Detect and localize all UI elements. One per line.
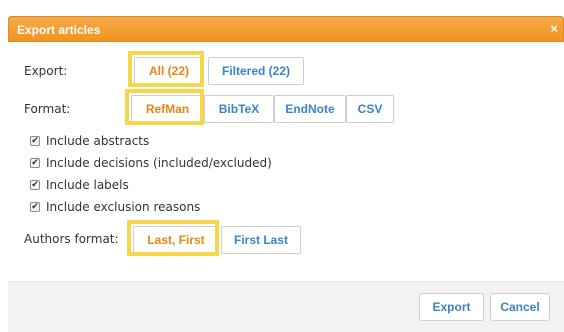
- include-exclusion-reasons-checkbox[interactable]: ✔ Include exclusion reasons: [30, 200, 200, 214]
- close-icon[interactable]: ×: [550, 21, 558, 37]
- dialog-titlebar: Export articles ×: [8, 16, 564, 42]
- check-icon[interactable]: ✔: [30, 202, 40, 212]
- authors-format-label: Authors format:: [24, 232, 119, 246]
- checkbox-label: Include exclusion reasons: [46, 200, 201, 214]
- format-refman-button[interactable]: RefMan: [131, 95, 204, 123]
- checkbox-label: Include abstracts: [46, 134, 150, 148]
- check-icon[interactable]: ✔: [30, 136, 40, 146]
- checkbox-label: Include labels: [46, 178, 129, 192]
- authors-first-last-button[interactable]: First Last: [221, 226, 301, 254]
- format-bibtex-button[interactable]: BibTeX: [204, 95, 274, 123]
- include-decisions-checkbox[interactable]: ✔ Include decisions (included/excluded): [30, 156, 272, 170]
- format-label: Format:: [24, 102, 71, 116]
- checkbox-label: Include decisions (included/excluded): [46, 156, 272, 170]
- export-articles-dialog: Export articles × Export: All (22) Filte…: [8, 16, 564, 332]
- include-abstracts-checkbox[interactable]: ✔ Include abstracts: [30, 134, 149, 148]
- export-label: Export:: [24, 64, 68, 78]
- dialog-footer: Export Cancel: [8, 281, 564, 332]
- export-button[interactable]: Export: [419, 293, 484, 321]
- include-labels-checkbox[interactable]: ✔ Include labels: [30, 178, 129, 192]
- check-icon[interactable]: ✔: [30, 180, 40, 190]
- format-csv-button[interactable]: CSV: [346, 95, 394, 123]
- dialog-title: Export articles: [17, 23, 101, 37]
- export-all-button[interactable]: All (22): [134, 57, 204, 85]
- cancel-button[interactable]: Cancel: [490, 293, 550, 321]
- export-filtered-button[interactable]: Filtered (22): [208, 57, 304, 85]
- format-endnote-button[interactable]: EndNote: [274, 95, 346, 123]
- check-icon[interactable]: ✔: [30, 158, 40, 168]
- authors-last-first-button[interactable]: Last, First: [133, 226, 219, 254]
